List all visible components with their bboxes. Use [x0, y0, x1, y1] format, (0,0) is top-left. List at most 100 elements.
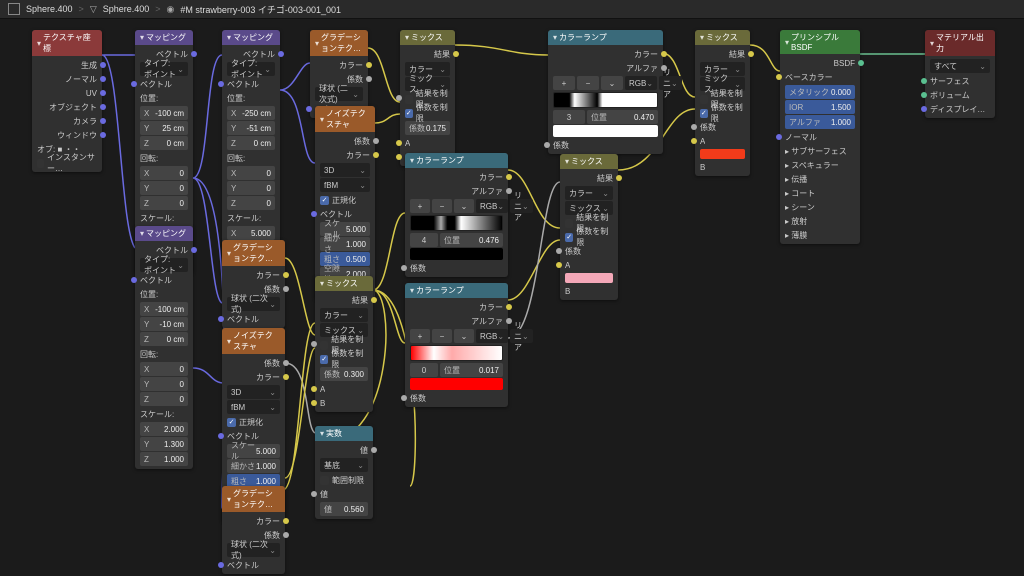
ramp-stop-color[interactable] — [553, 125, 658, 137]
crumb-3[interactable]: #M strawberry-003 イチゴ-003-001_001 — [180, 3, 341, 16]
socket-fac[interactable]: 係数 — [548, 138, 663, 152]
node-noise-1[interactable]: ノイズテクスチャ 係数 カラー 3D fBM ✓正規化 ベクトル スケール5.0… — [315, 106, 375, 299]
socket-generated[interactable]: 生成 — [32, 58, 102, 72]
loc-y[interactable]: Y-10 cm — [140, 317, 188, 331]
socket-vector-in[interactable]: ベクトル — [135, 77, 193, 91]
ramp-pos[interactable]: 位置0.470 — [587, 110, 658, 124]
node-mapping-3[interactable]: マッピング ベクトル タイプ: ポイント ベクトル 位置: X-100 cm Y… — [135, 226, 193, 469]
float-clamp[interactable]: 範囲制限 — [315, 473, 373, 487]
node-gradient-1[interactable]: グラデーションテク… カラー 係数 球状 (二次式) ベクトル — [310, 30, 368, 118]
rot-y[interactable]: Y0 — [140, 377, 188, 391]
node-title[interactable]: マッピング — [135, 226, 193, 241]
socket-a[interactable]: A — [315, 382, 373, 396]
socket-vector-out[interactable]: ベクトル — [222, 47, 280, 61]
node-mix-1[interactable]: ミックス 結果 カラー ミックス 結果を制限 ✓係数を制限 係数0.175 A … — [400, 30, 455, 166]
panel-subsurf[interactable]: ▸ サブサーフェス — [780, 144, 860, 158]
node-title[interactable]: ミックス — [400, 30, 455, 45]
socket-camera[interactable]: カメラ — [32, 114, 102, 128]
panel-coat[interactable]: ▸ コート — [780, 186, 860, 200]
socket-fac[interactable]: 係数 — [405, 391, 508, 405]
ramp-remove[interactable]: − — [432, 199, 452, 213]
node-colorramp-1[interactable]: カラーランプ カラー アルファ + − ⌄ RGB リニア 3 位置0.470 … — [548, 30, 663, 154]
socket-window[interactable]: ウィンドウ — [32, 128, 102, 142]
socket-normal[interactable]: ノーマル — [780, 130, 860, 144]
panel-emit[interactable]: ▸ 放射 — [780, 214, 860, 228]
socket-b[interactable]: B — [315, 396, 373, 410]
node-title[interactable]: 実数 — [315, 426, 373, 441]
color-b[interactable] — [565, 273, 613, 283]
rot-y[interactable]: Y0 — [227, 181, 275, 195]
loc-x[interactable]: X-100 cm — [140, 106, 188, 120]
socket-fac[interactable]: 係数 — [310, 72, 368, 86]
clamp-factor[interactable]: ✓係数を制限 — [400, 106, 455, 120]
noise-dim[interactable]: 3D — [320, 163, 370, 177]
ramp-interp[interactable]: リニア — [659, 76, 682, 90]
noise-type[interactable]: fBM — [320, 178, 370, 192]
ramp-gradient[interactable] — [553, 92, 658, 108]
scl-x[interactable]: X5.000 — [227, 226, 275, 240]
socket-color[interactable]: カラー — [222, 370, 285, 384]
mapping-type[interactable]: タイプ: ポイント — [227, 62, 275, 76]
socket-vector-in[interactable]: ベクトル — [135, 273, 193, 287]
socket-color[interactable]: カラー — [405, 170, 508, 184]
node-title[interactable]: ノイズテクスチャ — [222, 328, 285, 354]
loc-x[interactable]: X-250 cm — [227, 106, 275, 120]
socket-uv[interactable]: UV — [32, 86, 102, 100]
socket-fac[interactable]: 係数 — [695, 120, 750, 134]
scl-y[interactable]: Y1.300 — [140, 437, 188, 451]
ramp-colormode[interactable]: RGB — [625, 76, 657, 90]
gradient-type[interactable]: 球状 (二次式) — [227, 297, 280, 311]
socket-a[interactable]: A — [695, 134, 750, 148]
ramp-idx[interactable]: 0 — [410, 363, 438, 377]
node-mapping-2[interactable]: マッピング ベクトル タイプ: ポイント ベクトル 位置: X-250 cm Y… — [222, 30, 280, 273]
socket-result[interactable]: 結果 — [560, 171, 618, 185]
node-texture-coord[interactable]: テクスチャ座標 生成 ノーマル UV オブジェクト カメラ ウィンドウ オブ: … — [32, 30, 102, 172]
panel-film[interactable]: ▸ 薄膜 — [780, 228, 860, 242]
rot-z[interactable]: Z0 — [227, 196, 275, 210]
float-base[interactable]: 基底 — [320, 458, 368, 472]
ramp-idx[interactable]: 3 — [553, 110, 585, 124]
alpha[interactable]: アルファ1.000 — [785, 115, 855, 129]
ramp-pos[interactable]: 位置0.476 — [440, 233, 503, 247]
socket-volume[interactable]: ボリューム — [925, 88, 995, 102]
socket-disp[interactable]: ディスプレイスメント — [925, 102, 995, 116]
crumb-1[interactable]: Sphere.400 — [26, 4, 73, 14]
ramp-gradient[interactable] — [410, 345, 503, 361]
socket-alpha[interactable]: アルファ — [405, 314, 508, 328]
node-title[interactable]: カラーランプ — [405, 153, 508, 168]
ramp-menu[interactable]: ⌄ — [454, 199, 474, 213]
ior[interactable]: IOR1.500 — [785, 100, 855, 114]
scl-z[interactable]: Z1.000 — [140, 452, 188, 466]
rot-y[interactable]: Y0 — [140, 181, 188, 195]
noise-type[interactable]: fBM — [227, 400, 280, 414]
node-title[interactable]: ミックス — [560, 154, 618, 169]
socket-vector[interactable]: ベクトル — [222, 429, 285, 443]
ramp-add[interactable]: + — [410, 329, 430, 343]
socket-a[interactable]: A — [400, 136, 455, 150]
socket-result[interactable]: 結果 — [695, 47, 750, 61]
node-title[interactable]: グラデーションテク… — [310, 30, 368, 56]
color-b[interactable] — [700, 149, 745, 159]
socket-color[interactable]: カラー — [222, 268, 285, 282]
rot-x[interactable]: X0 — [227, 166, 275, 180]
mix-fac[interactable]: 係数0.175 — [405, 121, 450, 135]
socket-fac[interactable]: 係数 — [222, 282, 285, 296]
panel-spec[interactable]: ▸ スペキュラー — [780, 158, 860, 172]
crumb-2[interactable]: Sphere.400 — [103, 4, 150, 14]
socket-color[interactable]: カラー — [405, 300, 508, 314]
node-material-output[interactable]: マテリアル出力 すべて サーフェス ボリューム ディスプレイスメント — [925, 30, 995, 118]
panel-sheen[interactable]: ▸ シーン — [780, 200, 860, 214]
mix-fac[interactable]: 係数0.300 — [320, 367, 368, 381]
node-canvas[interactable]: テクスチャ座標 生成 ノーマル UV オブジェクト カメラ ウィンドウ オブ: … — [0, 18, 1024, 576]
rot-z[interactable]: Z0 — [140, 392, 188, 406]
socket-color[interactable]: カラー — [310, 58, 368, 72]
loc-x[interactable]: X-100 cm — [140, 302, 188, 316]
loc-z[interactable]: Z0 cm — [140, 136, 188, 150]
ramp-stop-color[interactable] — [410, 248, 503, 260]
node-gradient-3[interactable]: グラデーションテク… カラー 係数 球状 (二次式) ベクトル — [222, 486, 285, 574]
node-mix-mid[interactable]: ミックス 結果 カラー ミックス 結果を制限 ✓係数を制限 係数 A B — [560, 154, 618, 300]
socket-alpha[interactable]: アルファ — [548, 61, 663, 75]
socket-normal[interactable]: ノーマル — [32, 72, 102, 86]
ramp-remove[interactable]: − — [577, 76, 599, 90]
node-colorramp-3[interactable]: カラーランプ カラー アルファ + − ⌄ RGB リニア 0 位置0.017 … — [405, 283, 508, 407]
